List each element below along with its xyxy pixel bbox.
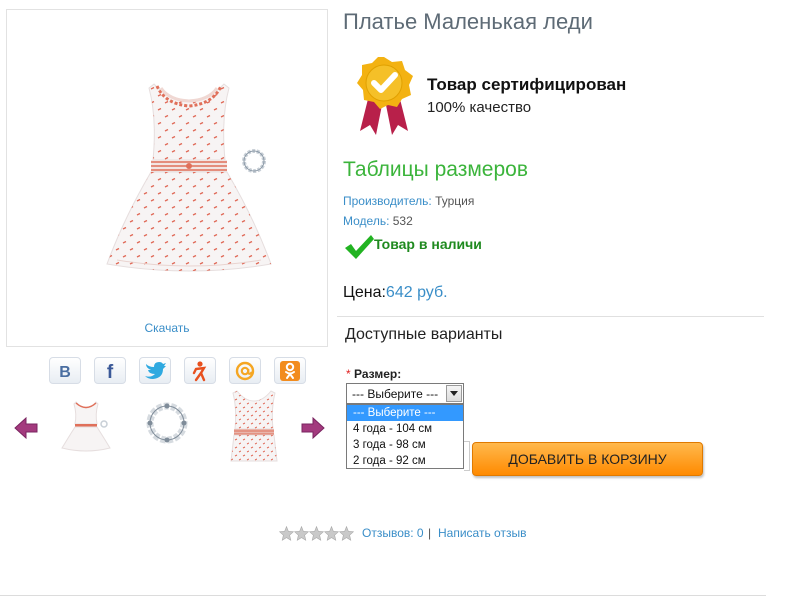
download-link[interactable]: Скачать (7, 321, 327, 335)
price-value: 642 руб. (385, 284, 448, 301)
size-dropdown-list: --- Выберите --- 4 года - 104 см 3 года … (346, 404, 464, 469)
bottom-divider (0, 595, 766, 596)
certificate-title: Товар сертифицирован (427, 75, 627, 94)
size-option[interactable]: 4 года - 104 см (347, 421, 463, 437)
reviews-separator: | (428, 526, 432, 540)
manufacturer-row: Производитель: Турция (343, 194, 474, 208)
thumbnail-dress-1[interactable] (58, 392, 114, 454)
chevron-down-icon (450, 391, 458, 396)
carousel-prev-arrow-icon[interactable] (13, 415, 39, 441)
bracelet-main-image (242, 149, 266, 173)
share-odnoklassniki-man-button[interactable] (184, 357, 216, 384)
thumbnail-bracelet[interactable] (142, 398, 192, 448)
quantity-input[interactable] (464, 441, 470, 471)
share-twitter-button[interactable] (139, 357, 171, 384)
manufacturer-label: Производитель: (343, 194, 432, 208)
size-label: * Размер: (346, 367, 401, 381)
star-icon (309, 526, 324, 541)
variants-title: Доступные варианты (345, 326, 503, 343)
odnoklassniki-man-icon (192, 360, 207, 381)
in-stock-check-icon (345, 235, 374, 259)
vk-icon: В (59, 364, 71, 380)
share-mail-button[interactable] (229, 357, 261, 384)
thumbnail-dress-2[interactable] (225, 389, 283, 463)
rating-stars (279, 526, 354, 541)
dress-main-image[interactable] (99, 78, 279, 278)
svg-text:f: f (107, 362, 114, 381)
odnoklassniki-icon (280, 360, 300, 381)
size-tables-link[interactable]: Таблицы размеров (343, 158, 528, 182)
star-icon (294, 526, 309, 541)
divider (337, 316, 764, 317)
star-icon (324, 526, 339, 541)
write-review-link[interactable]: Написать отзыв (438, 526, 526, 540)
reviews-count-link[interactable]: Отзывов: 0 (362, 526, 424, 540)
model-label: Модель: (343, 214, 390, 228)
twitter-icon (145, 361, 166, 379)
main-product-image-box: Скачать (6, 9, 328, 347)
facebook-icon: f (107, 362, 114, 381)
model-value: 532 (392, 214, 413, 228)
stock-status: Товар в наличи (374, 236, 482, 252)
star-icon (279, 526, 294, 541)
manufacturer-value: Турция (435, 194, 475, 208)
add-to-cart-button[interactable]: ДОБАВИТЬ В КОРЗИНУ (472, 442, 703, 476)
star-icon (339, 526, 354, 541)
size-select-button[interactable] (446, 385, 462, 402)
size-option[interactable]: 2 года - 92 см (347, 453, 463, 469)
product-title: Платье Маленькая леди (343, 9, 593, 34)
share-odnoklassniki-button[interactable] (274, 357, 306, 384)
svg-text:В: В (59, 364, 71, 380)
size-option[interactable]: 3 года - 98 см (347, 437, 463, 453)
certified-badge-icon (357, 57, 413, 135)
share-facebook-button[interactable]: f (94, 357, 126, 384)
size-select-value: --- Выберите --- (352, 387, 439, 401)
size-select[interactable]: --- Выберите --- (346, 383, 464, 404)
price-label: Цена: (343, 284, 386, 301)
carousel-next-arrow-icon[interactable] (300, 415, 326, 441)
mail-at-icon (235, 361, 255, 380)
model-row: Модель: 532 (343, 214, 413, 228)
price-row: Цена:642 руб. (343, 284, 448, 302)
certificate-subtitle: 100% качество (427, 99, 532, 116)
required-mark: * (346, 367, 351, 381)
size-option[interactable]: --- Выберите --- (347, 405, 463, 421)
share-vk-button[interactable]: В (49, 357, 81, 384)
size-label-text: Размер: (354, 367, 402, 381)
